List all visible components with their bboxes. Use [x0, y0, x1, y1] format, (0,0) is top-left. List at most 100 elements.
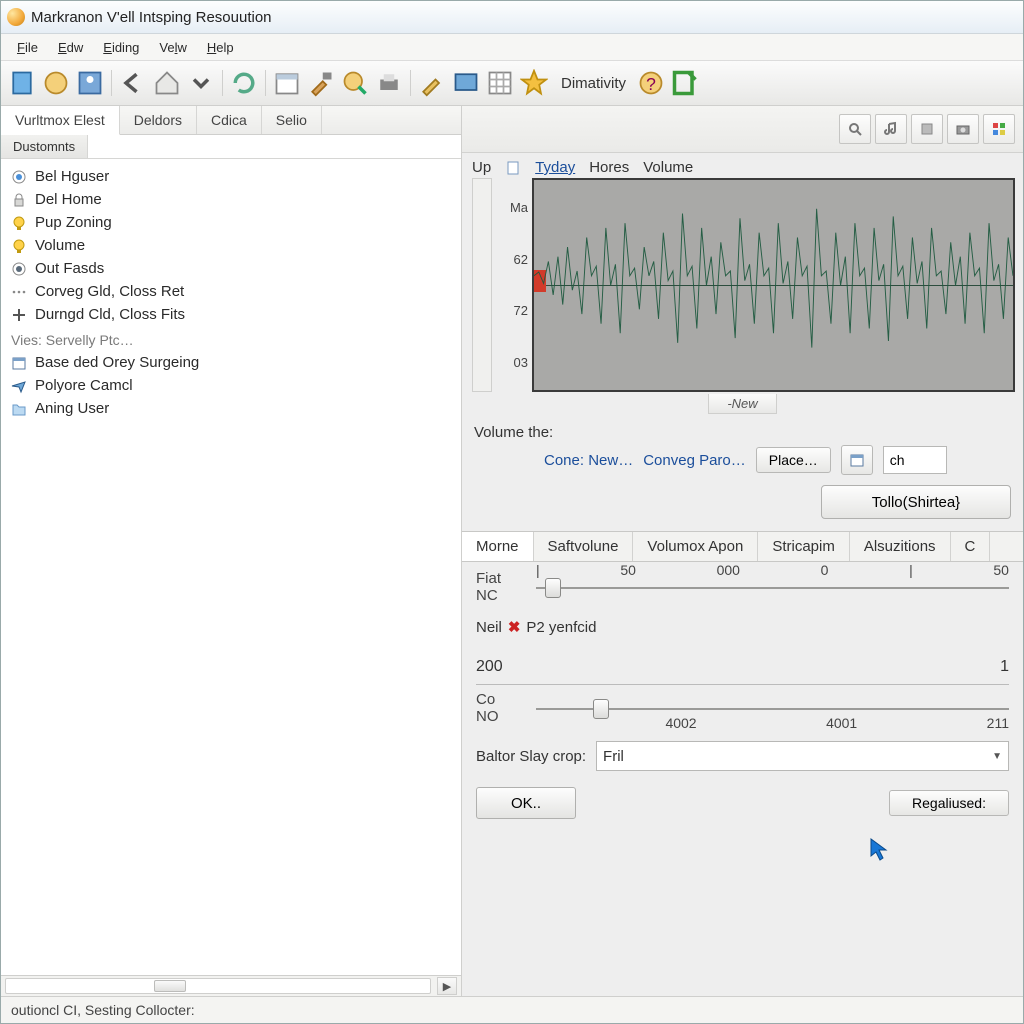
left-tab-3[interactable]: Selio [262, 106, 322, 134]
conveg-link[interactable]: Conveg Paro… [643, 452, 746, 469]
slider-1[interactable]: | 50 000 0 | 50 [536, 576, 1009, 598]
tool-printer-icon[interactable] [374, 68, 404, 98]
folder-icon [11, 401, 27, 417]
btab-0[interactable]: Morne [462, 532, 534, 561]
tool-back-icon[interactable] [118, 68, 148, 98]
plane-icon [11, 378, 27, 394]
rtool-search-icon[interactable] [839, 114, 871, 144]
window-title: Markranon V'ell Intsping Resouution [31, 9, 272, 26]
tree-item[interactable]: Bel Hguser [5, 165, 457, 188]
svg-text:?: ? [646, 74, 656, 94]
left-tab-2[interactable]: Cdica [197, 106, 262, 134]
chevron-down-icon: ▼ [992, 751, 1002, 762]
tool-monitor-icon[interactable] [451, 68, 481, 98]
hscroll-right-arrow[interactable]: ▶ [437, 977, 457, 995]
right-panel: Up Tyday Hores Volume Ma 62 72 03 [462, 106, 1023, 996]
tree-section: Vies: Servelly Ptc… [5, 326, 457, 351]
rtool-music-icon[interactable] [875, 114, 907, 144]
title-bar: Markranon V'ell Intsping Resouution [1, 1, 1023, 34]
volume-row: Volume the: Cone: New… Conveg Paro… Plac… [462, 420, 1023, 479]
tree-item[interactable]: Del Home [5, 188, 457, 211]
volume-label: Volume the: [474, 424, 1011, 441]
rtool-puzzle-icon[interactable] [911, 114, 943, 144]
tree-item[interactable]: Aning User [5, 397, 457, 420]
tool-grid-icon[interactable] [485, 68, 515, 98]
radio-blue-icon [11, 169, 27, 185]
ok-button[interactable]: OK.. [476, 787, 576, 819]
tree-item[interactable]: Polyore Camcl [5, 374, 457, 397]
slider-2[interactable] [602, 616, 1009, 638]
btab-4[interactable]: Alsuzitions [850, 532, 951, 561]
left-tab-0[interactable]: Vurltmox Elest [1, 106, 120, 135]
right-mini-toolbar [462, 106, 1023, 153]
tool-hammer-icon[interactable] [306, 68, 336, 98]
tool-person-icon[interactable] [75, 68, 105, 98]
left-tab-1[interactable]: Deldors [120, 106, 197, 134]
left-subtab[interactable]: Dustomnts [1, 135, 88, 158]
wave-tyday-link[interactable]: Tyday [535, 159, 575, 176]
sliders-panel: FiatNC | 50 000 0 | 50 Neil [462, 562, 1023, 733]
wave-header: Up Tyday Hores Volume [462, 153, 1023, 178]
left-panel: Vurltmox Elest Deldors Cdica Selio Dusto… [1, 106, 462, 996]
tool-calendar-icon[interactable] [272, 68, 302, 98]
wave-hores-label: Hores [589, 159, 629, 176]
slider-3[interactable]: 4002 4001 211 [536, 697, 1009, 719]
menu-help[interactable]: Help [197, 38, 244, 57]
slider-thumb[interactable] [545, 578, 561, 598]
calendar-icon [11, 355, 27, 371]
menu-file[interactable]: File [7, 38, 48, 57]
tool-star-icon[interactable] [519, 68, 549, 98]
tree-item[interactable]: Base ded Orey Surgeing [5, 351, 457, 374]
wave-newtab[interactable]: -New [708, 394, 776, 414]
slider-thumb[interactable] [593, 699, 609, 719]
hscroll-thumb[interactable] [154, 980, 186, 992]
main-toolbar: Dimativity ? [1, 61, 1023, 106]
baltor-label: Baltor Slay crop: [476, 748, 586, 765]
rtool-camera-icon[interactable] [947, 114, 979, 144]
tree-item[interactable]: Out Fasds [5, 257, 457, 280]
tree-item[interactable]: Volume [5, 234, 457, 257]
toolbar-label: Dimativity [561, 75, 626, 92]
left-hscrollbar[interactable]: ▶ [1, 975, 461, 996]
status-bar: outioncl CI, Sesting Collocter: [1, 996, 1023, 1023]
rtool-color-icon[interactable] [983, 114, 1015, 144]
calendar-button[interactable] [841, 445, 873, 475]
ch-input[interactable] [883, 446, 947, 474]
baltor-select[interactable]: Fril▼ [596, 741, 1009, 771]
regaliused-button[interactable]: Regaliused: [889, 790, 1009, 816]
wave-page-icon[interactable] [505, 160, 521, 176]
tree-item[interactable]: Durngd Cld, Closs Fits [5, 303, 457, 326]
tree-item[interactable]: Pup Zoning [5, 211, 457, 234]
bottom-tabs: Morne Saftvolune Volumox Apon Stricapim … [462, 531, 1023, 562]
place-button[interactable]: Place… [756, 447, 831, 473]
btab-5[interactable]: C [951, 532, 991, 561]
cone-link[interactable]: Cone: New… [544, 452, 633, 469]
tree-item[interactable]: Corveg Gld, Closs Ret [5, 280, 457, 303]
neil-row: Neil ✖ P2 yenfcid [476, 610, 1009, 644]
btab-3[interactable]: Stricapim [758, 532, 850, 561]
x-icon[interactable]: ✖ [508, 618, 521, 636]
tool-world-arrow-icon[interactable] [340, 68, 370, 98]
menu-velw[interactable]: Velw [149, 38, 196, 57]
tool-home-icon[interactable] [152, 68, 182, 98]
radio-dark-icon [11, 261, 27, 277]
wave-vscroll-left[interactable] [472, 178, 492, 392]
bulb-icon [11, 215, 27, 231]
tool-refresh-icon[interactable] [229, 68, 259, 98]
tool-globe-icon[interactable] [41, 68, 71, 98]
btab-1[interactable]: Saftvolune [534, 532, 634, 561]
menu-eiding[interactable]: Eiding [93, 38, 149, 57]
tool-help-icon[interactable]: ? [636, 68, 666, 98]
btab-2[interactable]: Volumox Apon [633, 532, 758, 561]
plus-icon [11, 307, 27, 323]
menu-edw[interactable]: Edw [48, 38, 93, 57]
wave-yaxis: Ma 62 72 03 [492, 178, 532, 392]
tool-doc-icon[interactable] [7, 68, 37, 98]
tool-brush-icon[interactable] [417, 68, 447, 98]
waveform-display[interactable] [532, 178, 1015, 392]
menu-bar: File Edw Eiding Velw Help [1, 34, 1023, 61]
tool-newnote-icon[interactable] [670, 68, 700, 98]
tree-list: Bel Hguser Del Home Pup Zoning Volume Ou… [1, 159, 461, 975]
tollo-button[interactable]: Tollo(Shirtea} [821, 485, 1011, 519]
tool-dropdown-icon[interactable] [186, 68, 216, 98]
